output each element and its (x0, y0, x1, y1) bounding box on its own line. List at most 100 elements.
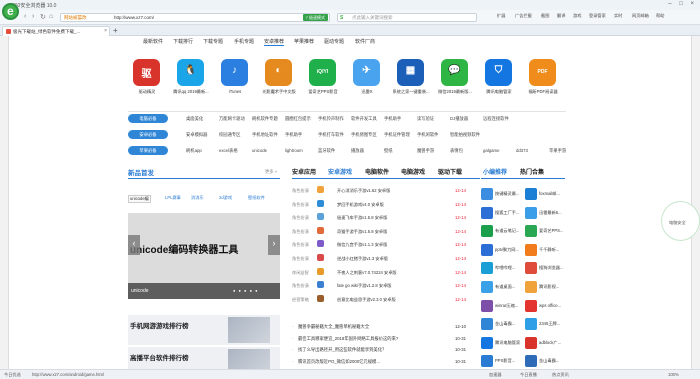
app-icon[interactable]: 💬 (441, 59, 468, 86)
row-name[interactable]: 奇猫手游手游v1.5.8 安卓版 (337, 229, 387, 235)
recommend-link[interactable]: 手机助手 (384, 116, 401, 122)
pick-item[interactable]: 搜狗浏览器... (525, 260, 567, 278)
news-title[interactable]: 找了么导出路径开_用这些软件就能享到美化？ (298, 347, 386, 353)
tab-lpl[interactable]: LPL赛事 (165, 195, 181, 201)
app-icon[interactable]: ✈ (353, 59, 380, 86)
recommend-link[interactable]: 手机铃声制作 (318, 116, 344, 122)
recommend-link[interactable]: 安卓模拟器 (186, 132, 207, 138)
url-text[interactable]: http://www.xz7.com/ (114, 15, 154, 20)
app-icon[interactable] (525, 262, 537, 275)
nav-latest[interactable]: 最新软件 (143, 38, 163, 45)
refresh-button[interactable]: ↻ (40, 13, 46, 21)
pick-name[interactable]: 搜狗浏览器... (539, 265, 567, 271)
app-icon[interactable]: ◐ (265, 59, 292, 86)
recommend-link[interactable]: 手机证件管理 (384, 132, 410, 138)
pick-name[interactable]: 迅雷最新5... (539, 210, 567, 216)
recommend-pill[interactable]: 安卓必备 (128, 130, 168, 139)
app-icon[interactable] (525, 281, 537, 293)
pick-name[interactable]: 金山毒霸... (495, 321, 523, 327)
download-row[interactable]: 休闲益智 不夜人之刺客v7.0.74224 安卓版 12-14 (292, 267, 472, 278)
recommend-link[interactable]: 苹果手游 (549, 148, 566, 154)
pick-item[interactable]: 金山毒霸... (481, 316, 523, 334)
row-category[interactable]: 角色扮演 (292, 188, 309, 194)
app-label[interactable]: 腾讯电脑管家 (480, 89, 518, 95)
app-icon[interactable] (481, 318, 493, 331)
tab-match3[interactable]: 消消乐 (191, 195, 204, 201)
app-label[interactable]: 系统之家一键重装... (392, 89, 430, 95)
row-category[interactable]: 角色扮演 (292, 256, 309, 262)
news-row[interactable]: · 找了么导出路径开_用这些软件就能享到美化？ 10-31 (292, 344, 472, 354)
row-category[interactable]: 角色扮演 (292, 242, 309, 248)
app-label[interactable]: 爱奇艺PPS影音 (304, 89, 342, 95)
pick-name[interactable]: PPS影音... (495, 358, 523, 364)
recommend-link[interactable]: 手机修图专区 (351, 132, 377, 138)
pick-name[interactable]: 2345王牌... (539, 321, 567, 327)
recommend-link[interactable]: 魔兽手游 (417, 148, 434, 154)
news-title[interactable]: 最佳工具哪家便宜_2018年国外网络工具报价这的来? (298, 336, 398, 342)
security-warning[interactable]: 网站被篡改 (64, 15, 87, 21)
translate-button[interactable]: 翻译 (557, 13, 565, 19)
tab-editor-picks[interactable]: 小编推荐 (483, 167, 507, 176)
screenshot-button[interactable]: 截图 (541, 13, 549, 19)
pick-name[interactable]: 有道云笔记... (495, 228, 523, 234)
pick-item[interactable]: 迅雷最新5... (525, 205, 567, 223)
app-icon[interactable] (525, 188, 537, 200)
status-live[interactable]: 今日直播 (520, 372, 537, 378)
home-button[interactable]: ⌂ (49, 13, 53, 20)
app-icon[interactable]: iQIYI (309, 59, 336, 86)
browser-logo-icon[interactable] (2, 3, 19, 20)
recommend-link[interactable]: 软件开发工具 (351, 116, 377, 122)
row-category[interactable]: 角色扮演 (292, 283, 309, 289)
app-icon[interactable] (525, 206, 537, 219)
tab-drivers[interactable]: 驱动下载 (438, 167, 462, 176)
tab-android-games[interactable]: 安卓游戏 (328, 167, 352, 176)
feature-banner[interactable]: unicode编码转换器工具 ‹ › unicode ● ● ● ● ● (128, 213, 280, 299)
pick-item[interactable]: 按键精灵最... (481, 186, 523, 204)
app-icon[interactable]: PDF (529, 59, 556, 86)
pick-name[interactable]: 搜狐工厂手... (495, 210, 523, 216)
row-name[interactable]: 逆战小红猪手游v1.3 安卓版 (337, 256, 388, 262)
pick-item[interactable]: 有道桌面... (481, 279, 523, 297)
app-icon[interactable] (525, 299, 537, 312)
recommend-link[interactable]: 手机地址软件 (252, 132, 278, 138)
row-name[interactable]: 微信九宫手游v1.1.3 安卓版 (337, 242, 387, 248)
app-icon[interactable] (481, 243, 493, 256)
pick-name[interactable]: pptv聚力网... (495, 247, 523, 253)
pick-name[interactable]: 腾讯电脑管家 (495, 340, 523, 346)
banner-dots[interactable]: ● ● ● ● ● (233, 288, 259, 293)
tab-xz7[interactable]: 极光下载站_绿色软件免费下载_... × (2, 26, 110, 36)
recommend-link[interactable]: 表情包 (450, 148, 463, 154)
nav-mobile[interactable]: 手机专题 (234, 38, 254, 45)
row-category[interactable]: 休闲益智 (292, 270, 309, 276)
recommend-link[interactable]: DJ播放器 (450, 116, 468, 122)
pick-item[interactable]: 哔哩哔哩... (481, 260, 523, 278)
download-row[interactable]: 角色扮演 开心消消乐手游v1.62 安卓版 12-14 (292, 185, 472, 196)
pick-name[interactable]: adblock广... (539, 340, 567, 346)
right-scrollbar[interactable] (691, 36, 700, 369)
pick-name[interactable]: 千千静听... (539, 247, 567, 253)
app-icon[interactable] (481, 355, 493, 368)
tab-unicode[interactable]: unicode编 (128, 195, 151, 203)
app-icon[interactable] (525, 355, 537, 368)
download-row[interactable]: 角色扮演 极速飞车手游v1.5.8 安卓版 12-14 (292, 212, 472, 223)
close-tab-icon[interactable]: × (104, 28, 107, 34)
pick-name[interactable]: foxmail邮... (539, 191, 567, 197)
ranking-card-games[interactable]: 手机网游游戏排行榜 (128, 315, 280, 345)
app-icon[interactable] (481, 188, 493, 200)
row-name[interactable]: 极速飞车手游v1.5.8 安卓版 (337, 215, 387, 221)
tab-hot-collections[interactable]: 热门合集 (520, 167, 544, 176)
recommend-link[interactable]: unicode (252, 148, 267, 153)
pick-item[interactable]: 有道云笔记... (481, 223, 523, 241)
recommend-link[interactable]: 蓝牙软件 (318, 148, 335, 154)
pick-item[interactable]: 腾讯电脑管家 (481, 335, 523, 353)
recommend-link[interactable]: 圆圈红包提示 (285, 116, 311, 122)
app-label[interactable]: 腾讯qq 2019最新... (172, 89, 210, 95)
recommend-link[interactable]: 读写验证 (417, 116, 434, 122)
search-input[interactable]: S 点此输入关键词搜索 (337, 13, 477, 22)
app-icon[interactable] (481, 299, 493, 312)
app-icon[interactable] (525, 225, 537, 238)
prev-arrow-icon[interactable]: ‹ (128, 235, 140, 255)
download-row[interactable]: 经营策略 创意比电益思手游v2.3.0 安卓版 12-14 (292, 294, 472, 305)
tab-2d[interactable]: 2d游戏 (219, 195, 232, 201)
status-news[interactable]: 热点资讯 (552, 372, 569, 378)
